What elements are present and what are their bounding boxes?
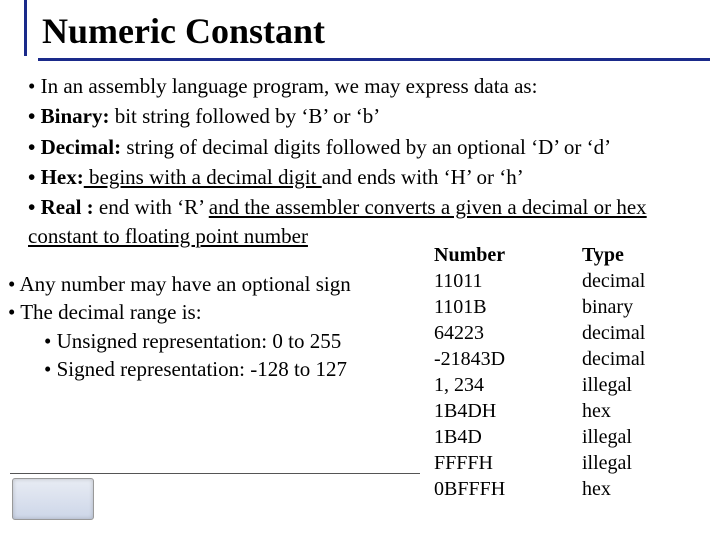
table-header: Number Type: [434, 242, 704, 268]
bullet-decimal-label: • Decimal:: [28, 135, 121, 159]
bullet-hex: • Hex: begins with a decimal digit and e…: [28, 163, 720, 191]
bullet-intro: • In an assembly language program, we ma…: [28, 72, 720, 100]
slide: Numeric Constant • In an assembly langua…: [0, 0, 720, 540]
cell-number: 0BFFFH: [434, 476, 564, 502]
bullet-hex-underlined: begins with a decimal digit: [84, 165, 322, 189]
table-row: FFFFH illegal: [434, 450, 704, 476]
cell-number: 1, 234: [434, 372, 564, 398]
table-row: 1101B binary: [434, 294, 704, 320]
cell-number: 1101B: [434, 294, 564, 320]
cell-number: 64223: [434, 320, 564, 346]
footer-logo: [12, 478, 94, 520]
cell-number: -21843D: [434, 346, 564, 372]
left-bullet-block: • Any number may have an optional sign •…: [8, 270, 428, 383]
bullet-decimal: • Decimal: string of decimal digits foll…: [28, 133, 720, 161]
bullet-real-text-a: end with ‘R’: [94, 195, 209, 219]
cell-type: decimal: [564, 320, 702, 346]
table-row: -21843D decimal: [434, 346, 704, 372]
slide-title: Numeric Constant: [38, 4, 710, 58]
table-row: 64223 decimal: [434, 320, 704, 346]
bullet-unsigned: • Unsigned representation: 0 to 255: [8, 327, 428, 355]
bullet-hex-label: • Hex:: [28, 165, 84, 189]
bullet-real-label: • Real :: [28, 195, 94, 219]
cell-number: FFFFH: [434, 450, 564, 476]
number-type-table: Number Type 11011 decimal 1101B binary 6…: [434, 242, 704, 502]
cell-number: 11011: [434, 268, 564, 294]
table-row: 1B4D illegal: [434, 424, 704, 450]
table-row: 1, 234 illegal: [434, 372, 704, 398]
cell-number: 1B4DH: [434, 398, 564, 424]
cell-type: binary: [564, 294, 702, 320]
top-bullet-block: • In an assembly language program, we ma…: [28, 72, 720, 252]
header-number: Number: [434, 242, 564, 268]
bullet-hex-rest: and ends with ‘H’ or ‘h’: [322, 165, 524, 189]
bullet-binary: • Binary: bit string followed by ‘B’ or …: [28, 102, 720, 130]
cell-type: illegal: [564, 424, 702, 450]
title-vertical-rule: [24, 0, 27, 56]
bullet-range: • The decimal range is:: [8, 298, 428, 326]
table-row: 0BFFFH hex: [434, 476, 704, 502]
bullet-binary-text: bit string followed by ‘B’ or ‘b’: [109, 104, 380, 128]
cell-type: decimal: [564, 268, 702, 294]
footer-rule: [10, 473, 420, 474]
title-underline: Numeric Constant: [38, 4, 710, 61]
bullet-decimal-text: string of decimal digits followed by an …: [121, 135, 611, 159]
cell-type: illegal: [564, 450, 702, 476]
cell-type: illegal: [564, 372, 702, 398]
table-row: 1B4DH hex: [434, 398, 704, 424]
cell-type: decimal: [564, 346, 702, 372]
bullet-sign: • Any number may have an optional sign: [8, 270, 428, 298]
cell-type: hex: [564, 398, 702, 424]
bullet-binary-label: • Binary:: [28, 104, 109, 128]
bullet-signed: • Signed representation: -128 to 127: [8, 355, 428, 383]
table-row: 11011 decimal: [434, 268, 704, 294]
cell-number: 1B4D: [434, 424, 564, 450]
header-type: Type: [564, 242, 702, 268]
cell-type: hex: [564, 476, 702, 502]
